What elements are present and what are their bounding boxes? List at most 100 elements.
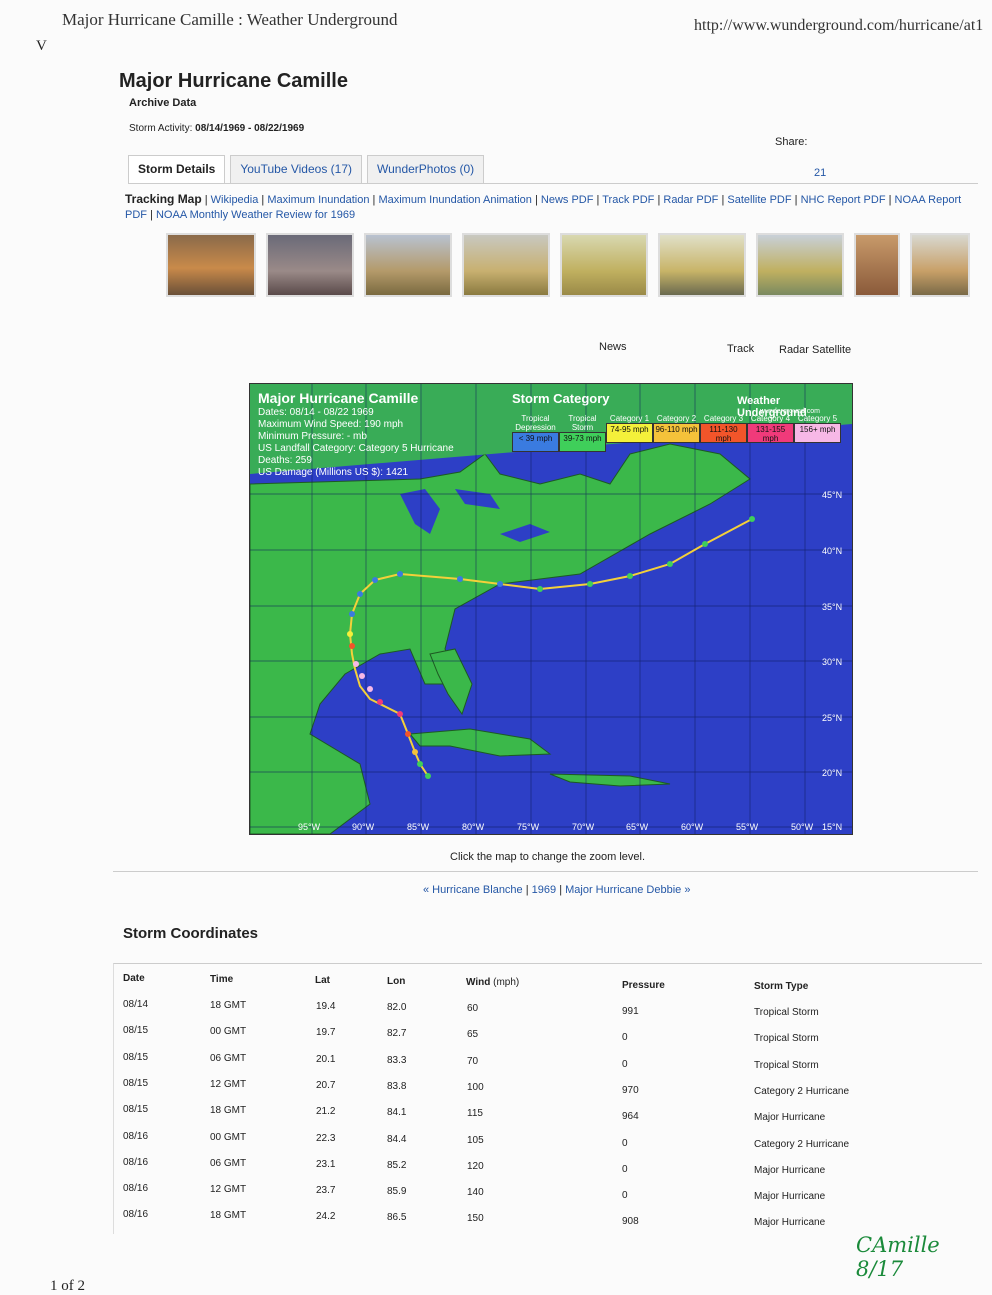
- storm-category-title: Storm Category: [512, 391, 610, 406]
- tab-youtube-videos[interactable]: YouTube Videos (17): [230, 155, 362, 184]
- track-point: [347, 631, 353, 637]
- photo-thumbnail[interactable]: [854, 233, 900, 297]
- photo-thumbnail[interactable]: [658, 233, 746, 297]
- table-cell: 18 GMT: [210, 1210, 247, 1222]
- map-link-radar[interactable]: Radar: [779, 344, 809, 356]
- tab-divider: [128, 183, 978, 184]
- tracking-map[interactable]: Major Hurricane Camille Dates: 08/14 - 0…: [249, 383, 853, 835]
- map-info-line: US Landfall Category: Category 5 Hurrica…: [258, 443, 454, 454]
- link-news-pdf[interactable]: News PDF: [541, 194, 594, 206]
- track-point: [627, 573, 633, 579]
- photo-thumbnail[interactable]: [560, 233, 648, 297]
- legend-range: 131-155 mph: [747, 423, 794, 443]
- map-link-track[interactable]: Track: [727, 343, 754, 355]
- table-cell: 83.8: [387, 1080, 407, 1092]
- track-point: [749, 516, 755, 522]
- legend-range: < 39 mph: [512, 432, 559, 452]
- photo-thumbnail[interactable]: [462, 233, 550, 297]
- lat-label: 35°N: [822, 602, 843, 612]
- legend-range: 74-95 mph: [606, 423, 653, 443]
- track-point: [405, 731, 411, 737]
- col-header-date: Date: [123, 973, 145, 984]
- next-storm-link[interactable]: Major Hurricane Debbie »: [565, 884, 690, 896]
- lon-label: 55°W: [736, 822, 759, 832]
- link-satellite-pdf[interactable]: Satellite PDF: [727, 194, 791, 206]
- track-point: [497, 581, 503, 587]
- link-max-inundation-animation[interactable]: Maximum Inundation Animation: [378, 194, 531, 206]
- prev-storm-link[interactable]: « Hurricane Blanche: [423, 884, 523, 896]
- track-point: [367, 686, 373, 692]
- legend-item: Category 5 156+ mph: [794, 414, 841, 452]
- table-cell: Category 2 Hurricane: [754, 1085, 850, 1097]
- table-cell: 08/15: [123, 1077, 149, 1089]
- table-cell: 20.1: [316, 1053, 336, 1065]
- track-point: [353, 661, 359, 667]
- track-point: [349, 643, 355, 649]
- track-point: [537, 586, 543, 592]
- table-cell: 08/16: [123, 1209, 149, 1221]
- share-count[interactable]: 21: [814, 167, 826, 179]
- section-divider: [113, 871, 978, 872]
- table-cell: 70: [467, 1055, 479, 1067]
- table-cell: 22.3: [316, 1132, 336, 1144]
- table-cell: 19.4: [316, 1001, 336, 1012]
- storm-coordinates-heading: Storm Coordinates: [123, 925, 259, 942]
- year-link[interactable]: 1969: [532, 884, 556, 896]
- table-cell: 83.3: [387, 1054, 407, 1066]
- table-cell: 65: [467, 1029, 479, 1041]
- map-info-line: Maximum Wind Speed: 190 mph: [258, 419, 404, 430]
- table-cell: 82.7: [387, 1028, 407, 1040]
- link-max-inundation[interactable]: Maximum Inundation: [267, 194, 369, 206]
- table-cell: Major Hurricane: [754, 1217, 826, 1229]
- table-cell: 86.5: [387, 1212, 407, 1224]
- print-header-url: http://www.wunderground.com/hurricane/at…: [694, 17, 984, 34]
- lon-label: 90°W: [352, 822, 375, 832]
- lon-label: 70°W: [572, 822, 595, 832]
- track-point: [702, 541, 708, 547]
- photo-thumbnail[interactable]: [910, 233, 970, 297]
- map-link-news[interactable]: News: [599, 341, 627, 353]
- table-cell: 08/14: [123, 999, 149, 1010]
- photo-thumbnail[interactable]: [166, 233, 256, 297]
- table-cell: 82.0: [387, 1002, 407, 1013]
- tab-wunderphotos[interactable]: WunderPhotos (0): [367, 155, 485, 184]
- link-nhc-report-pdf[interactable]: NHC Report PDF: [801, 194, 886, 206]
- legend-item: Tropical Storm 39-73 mph: [559, 414, 606, 452]
- photo-thumbnail[interactable]: [364, 233, 452, 297]
- lat-label: 15°N: [822, 822, 843, 832]
- link-track-pdf[interactable]: Track PDF: [602, 194, 654, 206]
- lat-label: 40°N: [822, 546, 843, 556]
- col-header-storm-type: Storm Type: [754, 981, 809, 992]
- table-cell: 08/16: [123, 1130, 149, 1142]
- link-noaa-monthly-review[interactable]: NOAA Monthly Weather Review for 1969: [156, 209, 355, 221]
- tab-storm-details[interactable]: Storm Details: [128, 155, 226, 184]
- table-cell: 12 GMT: [210, 1184, 247, 1196]
- table-cell: 84.4: [387, 1133, 407, 1145]
- photo-thumbnail[interactable]: [266, 233, 354, 297]
- lat-label: 20°N: [822, 768, 843, 778]
- table-cell: 60: [467, 1003, 479, 1014]
- legend-range: 111-130 mph: [700, 423, 747, 443]
- table-cell: 0: [622, 1190, 628, 1202]
- track-point: [425, 773, 431, 779]
- link-wikipedia[interactable]: Wikipedia: [211, 194, 259, 206]
- table-cell: 00 GMT: [210, 1131, 247, 1143]
- photo-thumbnail[interactable]: [756, 233, 844, 297]
- map-storm-title: Major Hurricane Camille: [258, 390, 419, 406]
- table-cell: 105: [467, 1134, 484, 1146]
- table-cell: 23.7: [316, 1185, 336, 1197]
- category-legend: Tropical Depression < 39 mph Tropical Sto…: [512, 414, 841, 452]
- map-link-satellite[interactable]: Satellite: [812, 344, 851, 356]
- legend-name: Category 1: [609, 414, 650, 423]
- wind-unit: (mph): [493, 977, 520, 988]
- lon-label: 65°W: [626, 822, 649, 832]
- table-cell: Category 2 Hurricane: [754, 1138, 850, 1150]
- map-zoom-note: Click the map to change the zoom level.: [450, 851, 646, 863]
- lat-label: 45°N: [822, 490, 843, 500]
- legend-item: Category 1 74-95 mph: [606, 414, 653, 452]
- link-radar-pdf[interactable]: Radar PDF: [663, 194, 718, 206]
- table-cell: Major Hurricane: [754, 1112, 826, 1124]
- share-label: Share:: [775, 136, 808, 148]
- table-cell: 12 GMT: [210, 1078, 247, 1090]
- tracking-map-link[interactable]: Tracking Map: [125, 192, 202, 206]
